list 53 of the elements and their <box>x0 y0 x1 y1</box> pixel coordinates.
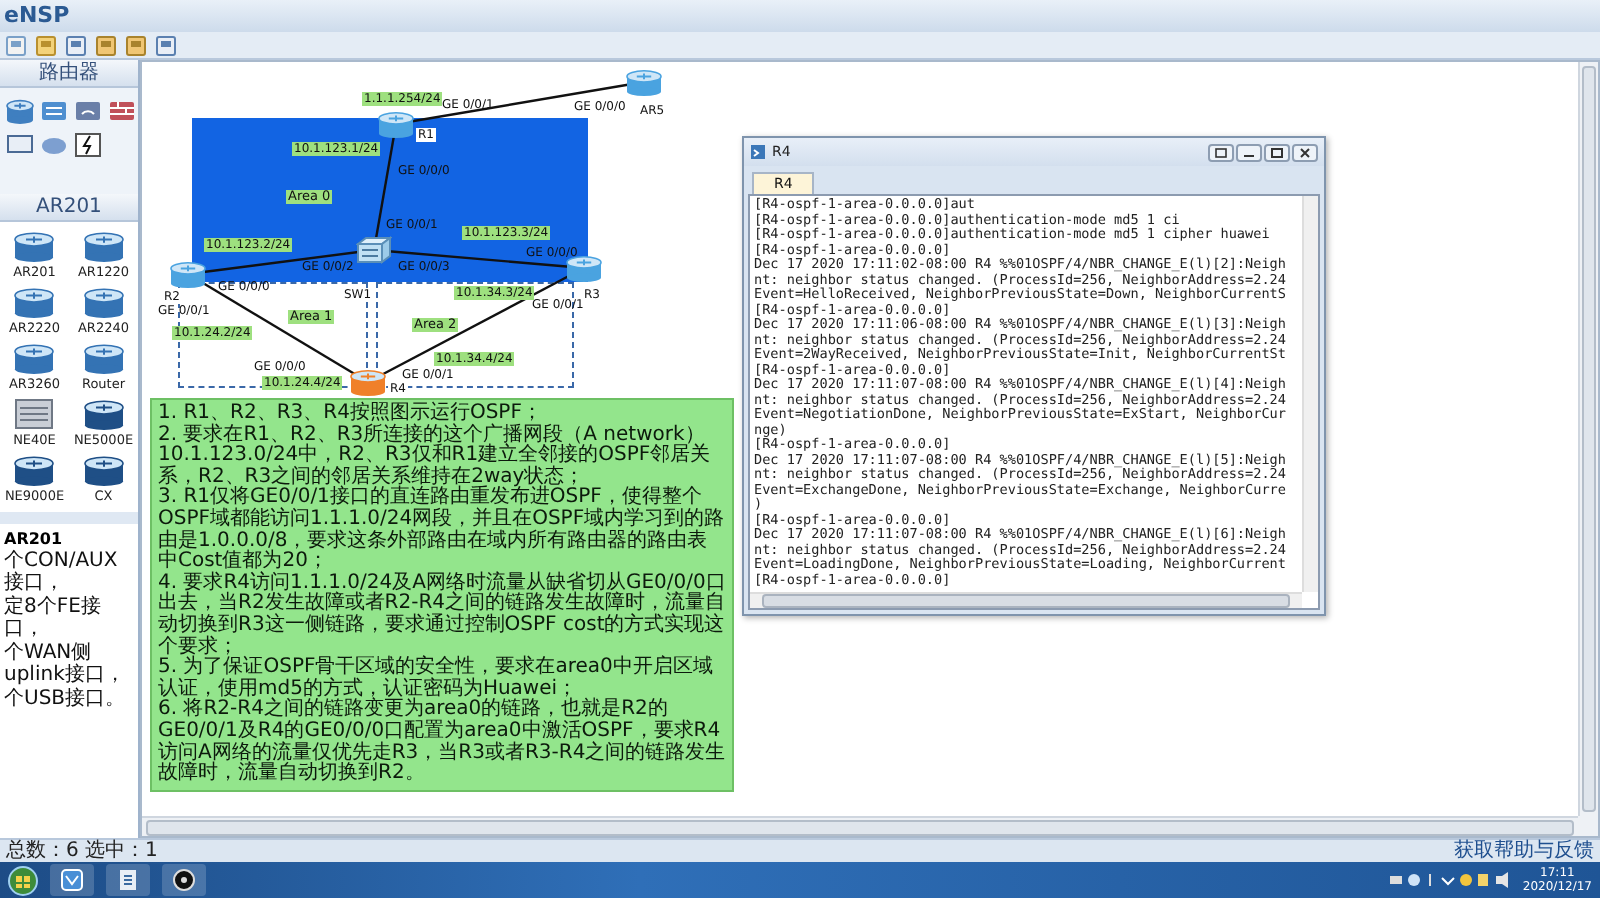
router-icon[interactable] <box>83 286 124 318</box>
description-text: 个CON/AUX接口， <box>4 550 120 594</box>
wireless-icon[interactable] <box>74 98 102 124</box>
switch-icon[interactable] <box>40 98 68 124</box>
help-link[interactable]: 获取帮助与反馈 <box>1454 840 1594 862</box>
note-text: 2. 要求在R1、R2、R3所连接的这个广播网段（A network）10.1.123.0/24中，R2、R3仅和R1建立全邻接的OSPF邻居关系，R2、R3之间的邻居关系维持在2way状态； <box>158 425 713 488</box>
note-text: 4. 要求R4访问1.1.1.0/24及A网络时流量从缺省切从GE0/0/0口出去，当R2发生故障或者R2-R4之间的链路发生故障时，流量自动切换到R3这一侧链路，要求通过控制OSPF cost的方式实现这个要求； <box>158 573 726 658</box>
chassis-icon[interactable] <box>14 398 55 430</box>
vertical-scrollbar[interactable] <box>1302 196 1318 592</box>
monitor-icon[interactable] <box>6 132 34 158</box>
maximize-glyph-icon <box>1270 147 1284 157</box>
note-text: 5. 为了保证OSPF骨干区域的安全性，要求在area0中开启区域认证，使用md5的方式，认证密码为Huawei； <box>158 658 715 700</box>
maximize-button[interactable] <box>1264 143 1290 161</box>
terminal-icon <box>750 144 766 160</box>
router-icon[interactable] <box>14 230 55 262</box>
router-icon[interactable] <box>14 454 55 486</box>
status-text: 总数：6 选中：1 <box>6 840 158 862</box>
window-icon[interactable] <box>66 35 86 55</box>
start-orb-icon[interactable] <box>8 865 38 895</box>
close-button[interactable] <box>1292 143 1318 161</box>
switch-icon[interactable] <box>356 236 392 264</box>
minimize-button[interactable] <box>1236 143 1262 161</box>
vertical-scrollbar[interactable] <box>1582 66 1596 812</box>
restore-button[interactable] <box>1208 143 1234 161</box>
router-icon[interactable] <box>83 342 124 374</box>
description-text: 个WAN侧uplink接口， <box>4 642 127 686</box>
note-text: 3. R1仅将GE0/0/1接口的直连路由重发布进OSPF，使得整个OSPF域都能访问1.1.1.0/24网段，并且在OSPF域内学习到的路由是1.0.0.0/8，要求这条外部路由在域内所有路由器的路由表中Cost值都为20； <box>158 488 726 573</box>
horizontal-scrollbar[interactable] <box>762 594 1290 608</box>
router-icon[interactable] <box>6 98 34 124</box>
router-icon[interactable] <box>83 454 124 486</box>
router-icon[interactable] <box>566 254 602 282</box>
router-icon[interactable] <box>378 110 414 138</box>
router-icon[interactable] <box>170 260 206 288</box>
category-header: 路由器 <box>0 60 138 88</box>
router-icon[interactable] <box>83 230 124 262</box>
horizontal-scrollbar[interactable] <box>146 819 1574 835</box>
router-icon[interactable] <box>83 398 124 430</box>
router-icon[interactable] <box>14 342 55 374</box>
restore-glyph-icon <box>1214 147 1228 157</box>
note-text: 1. R1、R2、R3、R4按照图示运行OSPF； <box>158 404 544 424</box>
close-glyph-icon <box>1298 147 1312 157</box>
note-text: 6. 将R2-R4之间的链路变更为area0的链路，也就是R2的GE0/0/1及R4的GE0/0/0口配置为area0中激活OSPF，要求R4访问A网络的流量仅优先走R3，当R3或者R3-R4之间的链路发生故障时，流量自动切换到R2。 <box>158 700 726 786</box>
disc-app-icon[interactable] <box>172 868 196 892</box>
description-title: AR201 <box>4 530 65 548</box>
router-icon[interactable] <box>14 286 55 318</box>
window-title: eNSP <box>4 0 70 32</box>
description-text: 个USB接口。 <box>4 688 128 710</box>
lightning-icon[interactable] <box>74 132 102 158</box>
firewall-icon[interactable] <box>108 98 136 124</box>
device-header: AR201 <box>0 194 138 222</box>
description-text: 定8个FE接口， <box>4 596 103 640</box>
system-tray-icon[interactable] <box>1390 870 1511 890</box>
window-icon[interactable] <box>156 35 176 55</box>
